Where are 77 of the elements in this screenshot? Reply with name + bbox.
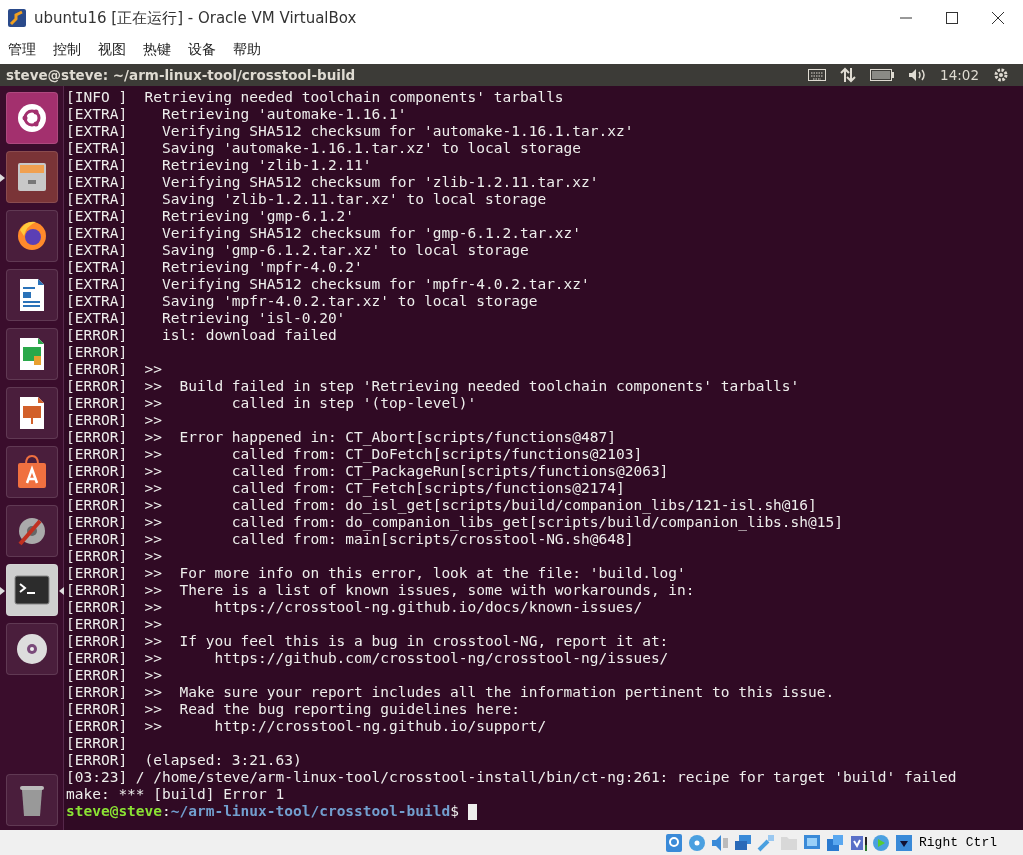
terminal-line: [EXTRA] Verifying SHA512 checksum for 'mpfr-4.0.2.tar.xz' [66, 276, 591, 293]
terminal-line: [EXTRA] Saving 'zlib-1.2.11.tar.xz' to local storage [66, 191, 548, 208]
volume-icon[interactable] [908, 68, 927, 82]
maximize-icon[interactable] [946, 12, 958, 24]
terminal-line: make: *** [build] Error 1 [66, 786, 286, 803]
menu-item[interactable]: 管理 [3, 41, 41, 59]
shell-prompt: steve@steve:~/arm-linux-tool/crosstool-build$ [66, 803, 459, 820]
disc-icon[interactable] [687, 832, 707, 853]
terminal-line: [EXTRA] Saving 'mpfr-4.0.2.tar.xz' to local storage [66, 293, 539, 310]
launcher-button[interactable] [5, 210, 58, 262]
terminal-line: [ERROR] >> [66, 616, 164, 633]
terminal-line: [ERROR] >> [66, 667, 164, 684]
terminal-line: [ERROR] (elapsed: 3:21.63) [66, 752, 303, 769]
terminal-line: [ERROR] >> [66, 412, 164, 429]
launcher-button[interactable] [5, 328, 58, 380]
terminal-line: [EXTRA] Retrieving 'gmp-6.1.2' [66, 208, 356, 225]
launcher-button[interactable] [5, 446, 58, 498]
launcher-button[interactable] [5, 92, 58, 144]
terminal-line: [ERROR] >> http://crosstool-ng.github.io/support/ [66, 718, 548, 735]
terminal-line: [ERROR] >> Make sure your report includes all the information pertinent to this issue. [66, 684, 836, 701]
window-title: steve@steve: ~/arm-linux-tool/crosstool-build [6, 67, 357, 83]
terminal-line: [ERROR] >> called from: CT_Fetch[scripts/functions@2174] [66, 480, 626, 497]
terminal-line: [ERROR] [66, 344, 129, 361]
launcher-button[interactable] [5, 505, 58, 557]
terminal-line: [ERROR] >> called from: do_isl_get[scripts/build/companion_libs/121-isl.sh@16] [66, 497, 818, 514]
gear-icon[interactable] [993, 67, 1009, 83]
terminal-line: [ERROR] [66, 735, 129, 752]
terminal-line: [03:23] / /home/steve/arm-linux-tool/crosstool-install/bin/ct-ng:261: recipe for target 'build' failed [66, 769, 958, 786]
terminal-line: [ERROR] >> called from: CT_DoFetch[scripts/functions@2103] [66, 446, 644, 463]
terminal-line: [EXTRA] Retrieving 'zlib-1.2.11' [66, 157, 373, 174]
launcher-button[interactable] [5, 774, 58, 826]
terminal-line: [ERROR] >> https://github.com/crosstool-ng/crosstool-ng/issues/ [66, 650, 670, 667]
launcher-button[interactable] [5, 564, 58, 616]
window-title: ubuntu16 [正在运行] - Oracle VM VirtualBox [34, 8, 358, 28]
terminal-line: [ERROR] >> https://crosstool-ng.github.io/docs/known-issues/ [66, 599, 644, 616]
terminal-line: [ERROR] >> For more info on this error, look at the file: 'build.log' [66, 565, 687, 582]
terminal-line: [ERROR] >> called from: CT_PackageRun[scripts/functions@2063] [66, 463, 670, 480]
terminal-line: [EXTRA] Verifying SHA512 checksum for 'automake-1.16.1.tar.xz' [66, 123, 635, 140]
menu-item[interactable]: 帮助 [228, 41, 266, 59]
text-cursor [467, 803, 477, 820]
terminal-line: [ERROR] >> There is a list of known issues, some with workarounds, in: [66, 582, 696, 599]
launcher-button[interactable] [5, 623, 58, 675]
terminal-line: [EXTRA] Saving 'gmp-6.1.2.tar.xz' to local storage [66, 242, 530, 259]
terminal-line: [EXTRA] Verifying SHA512 checksum for 'gmp-6.1.2.tar.xz' [66, 225, 583, 242]
clock[interactable]: 14:02 [940, 67, 979, 83]
terminal-line: [EXTRA] Retrieving 'isl-0.20' [66, 310, 347, 327]
battery-icon[interactable] [870, 69, 895, 81]
terminal-line: [ERROR] >> [66, 548, 164, 565]
terminal-line: [INFO ] Retrieving needed toolchain components' tarballs [66, 89, 565, 106]
close-icon[interactable] [992, 12, 1004, 24]
terminal-line: [EXTRA] Verifying SHA512 checksum for 'zlib-1.2.11.tar.xz' [66, 174, 600, 191]
launcher-button[interactable] [5, 151, 58, 203]
terminal-line: [EXTRA] Saving 'automake-1.16.1.tar.xz' to local storage [66, 140, 583, 157]
focus-indicator-icon [58, 587, 64, 595]
menu-item[interactable]: 热键 [138, 41, 176, 59]
terminal-line: [ERROR] >> If you feel this is a bug in crosstool-NG, report it at: [66, 633, 670, 650]
terminal-line: [ERROR] >> [66, 361, 164, 378]
terminal-line: [EXTRA] Retrieving 'mpfr-4.0.2' [66, 259, 364, 276]
launcher-button[interactable] [5, 269, 58, 321]
menu-item[interactable]: 设备 [183, 41, 221, 59]
keyboard-icon[interactable] [808, 68, 827, 82]
monitors-icon[interactable] [733, 832, 753, 853]
terminal-line: [ERROR] >> Read the bug reporting guidelines here: [66, 701, 521, 718]
terminal-line: [ERROR] >> called from: main[scripts/crosstool-NG.sh@648] [66, 531, 635, 548]
windows-icon[interactable] [825, 832, 845, 853]
up-down-arrows-icon[interactable] [840, 67, 857, 83]
launcher-button[interactable] [5, 387, 58, 439]
app-logo-icon [8, 9, 26, 27]
terminal-line: [ERROR] >> called in step '(top-level)' [66, 395, 478, 412]
menu-item[interactable]: 控制 [48, 41, 86, 59]
terminal-line: [ERROR] isl: download failed [66, 327, 338, 344]
terminal-line: [ERROR] >> Build failed in step 'Retrieving needed toolchain components' tarballs' [66, 378, 801, 395]
terminal-line: [ERROR] >> Error happened in: CT_Abort[scripts/functions@487] [66, 429, 617, 446]
terminal-line: [EXTRA] Retrieving 'automake-1.16.1' [66, 106, 408, 123]
menu-item[interactable]: 视图 [93, 41, 131, 59]
terminal-line: [ERROR] >> called from: do_companion_libs_get[scripts/build/companion_libs.sh@15] [66, 514, 844, 531]
host-key-label: Right Ctrl [919, 835, 997, 850]
